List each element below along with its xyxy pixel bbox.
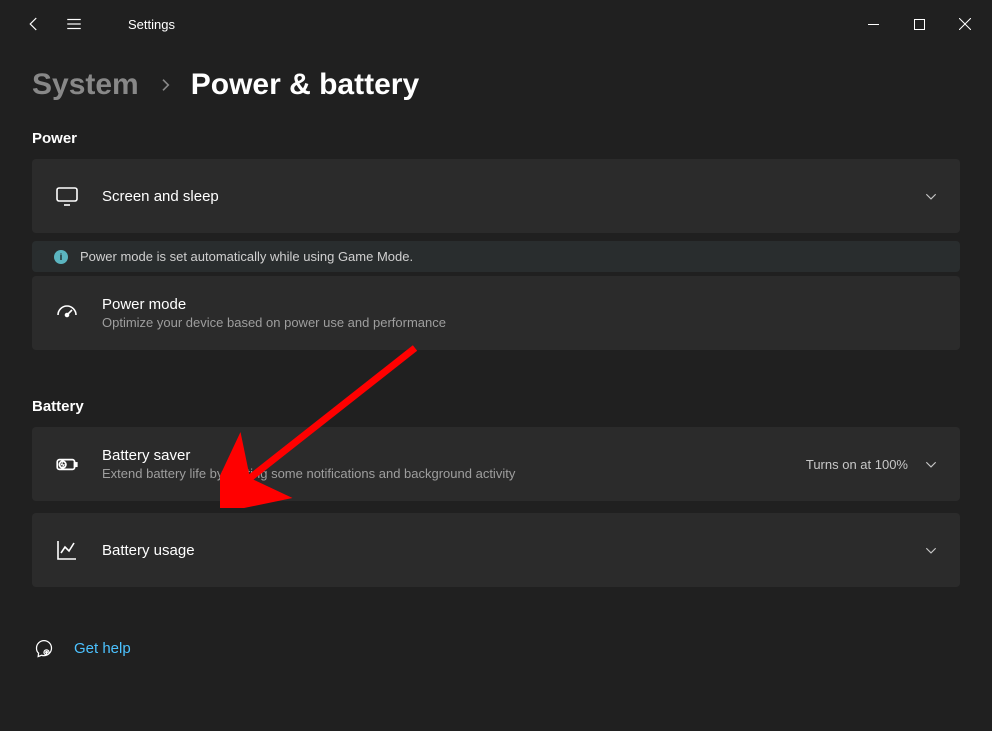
close-button[interactable] [942,8,988,40]
back-button[interactable] [24,14,44,34]
info-icon: i [54,250,68,264]
chart-line-icon [54,537,80,563]
menu-button[interactable] [64,14,84,34]
app-title: Settings [128,17,175,32]
maximize-button[interactable] [896,8,942,40]
chevron-down-icon [924,543,938,557]
power-mode-row[interactable]: Power mode Optimize your device based on… [32,276,960,350]
help-icon: ? [34,639,52,657]
info-banner-text: Power mode is set automatically while us… [80,249,413,264]
chevron-down-icon [924,457,938,471]
battery-usage-title: Battery usage [102,542,924,559]
breadcrumb-current: Power & battery [191,68,419,102]
content-area: System Power & battery Power Screen and … [0,48,992,657]
svg-text:?: ? [46,651,48,655]
section-header-power: Power [32,130,960,147]
battery-usage-row[interactable]: Battery usage [32,513,960,587]
gauge-icon [54,300,80,326]
power-mode-title: Power mode [102,296,938,313]
screen-icon [54,183,80,209]
power-mode-sub: Optimize your device based on power use … [102,315,938,330]
titlebar: Settings [0,0,992,48]
window-controls [850,8,988,40]
breadcrumb-parent[interactable]: System [32,68,139,102]
screen-and-sleep-row[interactable]: Screen and sleep [32,159,960,233]
chevron-right-icon [157,77,173,93]
battery-saver-sub: Extend battery life by limiting some not… [102,466,806,481]
battery-saver-icon [54,451,80,477]
breadcrumb: System Power & battery [32,68,960,102]
get-help-row[interactable]: ? Get help [34,639,960,657]
get-help-link[interactable]: Get help [74,640,131,657]
battery-saver-title: Battery saver [102,447,806,464]
screen-and-sleep-title: Screen and sleep [102,188,924,205]
battery-saver-row[interactable]: Battery saver Extend battery life by lim… [32,427,960,501]
minimize-button[interactable] [850,8,896,40]
battery-saver-value: Turns on at 100% [806,457,908,472]
power-mode-info-banner: i Power mode is set automatically while … [32,241,960,272]
section-header-battery: Battery [32,398,960,415]
titlebar-left: Settings [4,14,175,34]
chevron-down-icon [924,189,938,203]
